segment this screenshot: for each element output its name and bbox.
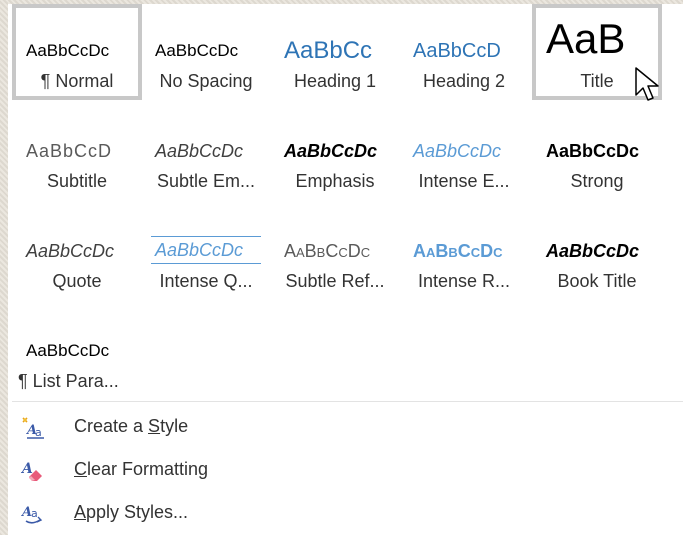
style-preview: AaBbCcDc [546,241,640,261]
style-preview: AaBbCcDc [151,236,261,264]
style-heading-2[interactable]: AaBbCcD Heading 2 [399,4,529,100]
clear-formatting-button[interactable]: A Clear Formatting [20,456,320,486]
svg-text:a: a [35,426,42,439]
style-label: Book Title [557,271,637,291]
style-preview: AaBbCcDc [26,41,110,60]
style-list-paragraph[interactable]: AaBbCcDc ¶ List Para... [12,304,142,400]
style-preview: AaBbCc [284,37,373,64]
style-strong[interactable]: AaBbCcDc Strong [532,104,662,200]
style-book-title[interactable]: AaBbCcDc Book Title [532,204,662,300]
style-preview: AaBbCcDc [413,241,503,261]
style-preview: AaBbCcDc [413,141,502,161]
style-no-spacing[interactable]: AaBbCcDc No Spacing [141,4,271,100]
style-preview: AaBbCcDc [284,141,378,161]
style-intense-reference[interactable]: AaBbCcDc Intense R... [399,204,529,300]
style-label: Intense E... [418,171,510,191]
style-label: Heading 1 [293,71,377,91]
style-label: Heading 2 [422,71,506,91]
style-preview: AaBbCcD [26,141,113,161]
style-preview: AaBbCcDc [284,241,371,261]
style-label: Strong [570,171,624,191]
menu-divider [12,401,683,402]
style-label: Intense Q... [159,271,253,291]
mouse-cursor-icon [635,67,659,101]
create-style-label: Create a Style [74,416,189,436]
create-style-icon: A a [22,417,44,439]
apply-styles-button[interactable]: A a Apply Styles... [20,499,320,529]
style-preview: AaBbCcDc [546,141,640,161]
style-emphasis[interactable]: AaBbCcDc Emphasis [270,104,400,200]
style-preview: AaBbCcDc [26,241,115,261]
svg-text:A: A [20,461,33,477]
style-subtitle[interactable]: AaBbCcD Subtitle [12,104,142,200]
style-intense-emphasis[interactable]: AaBbCcDc Intense E... [399,104,529,200]
style-preview: AaBbCcDc [26,341,110,360]
style-label: Emphasis [295,171,375,191]
style-preview: AaBbCcD [413,40,501,62]
style-label: Subtle Ref... [285,271,385,291]
clear-formatting-label: Clear Formatting [74,459,209,479]
style-subtle-emphasis[interactable]: AaBbCcDc Subtle Em... [141,104,271,200]
style-label: No Spacing [159,71,253,91]
style-heading-1[interactable]: AaBbCc Heading 1 [270,4,400,100]
style-label: Subtle Em... [156,171,256,191]
style-label: ¶ List Para... [18,371,119,391]
style-preview: AaB [546,15,626,62]
styles-gallery: AaBbCcDc ¶ Normal AaBbCcDc No Spacing Aa… [12,4,683,399]
style-quote[interactable]: AaBbCcDc Quote [12,204,142,300]
apply-styles-label: Apply Styles... [74,502,189,522]
clear-formatting-icon: A [20,461,42,481]
style-label: Subtitle [46,171,108,191]
style-subtle-reference[interactable]: AaBbCcDc Subtle Ref... [270,204,400,300]
style-label: ¶ Normal [40,71,114,91]
style-preview: AaBbCcDc [155,141,244,161]
create-style-button[interactable]: A a Create a Style [20,413,320,443]
window-border-left [0,0,8,535]
style-intense-quote[interactable]: AaBbCcDc Intense Q... [141,204,271,300]
style-label: Intense R... [417,271,511,291]
style-preview: AaBbCcDc [155,41,239,60]
svg-text:a: a [31,507,38,520]
style-label: Quote [52,271,102,291]
style-normal[interactable]: AaBbCcDc ¶ Normal [12,4,142,100]
apply-styles-icon: A a [20,505,43,524]
